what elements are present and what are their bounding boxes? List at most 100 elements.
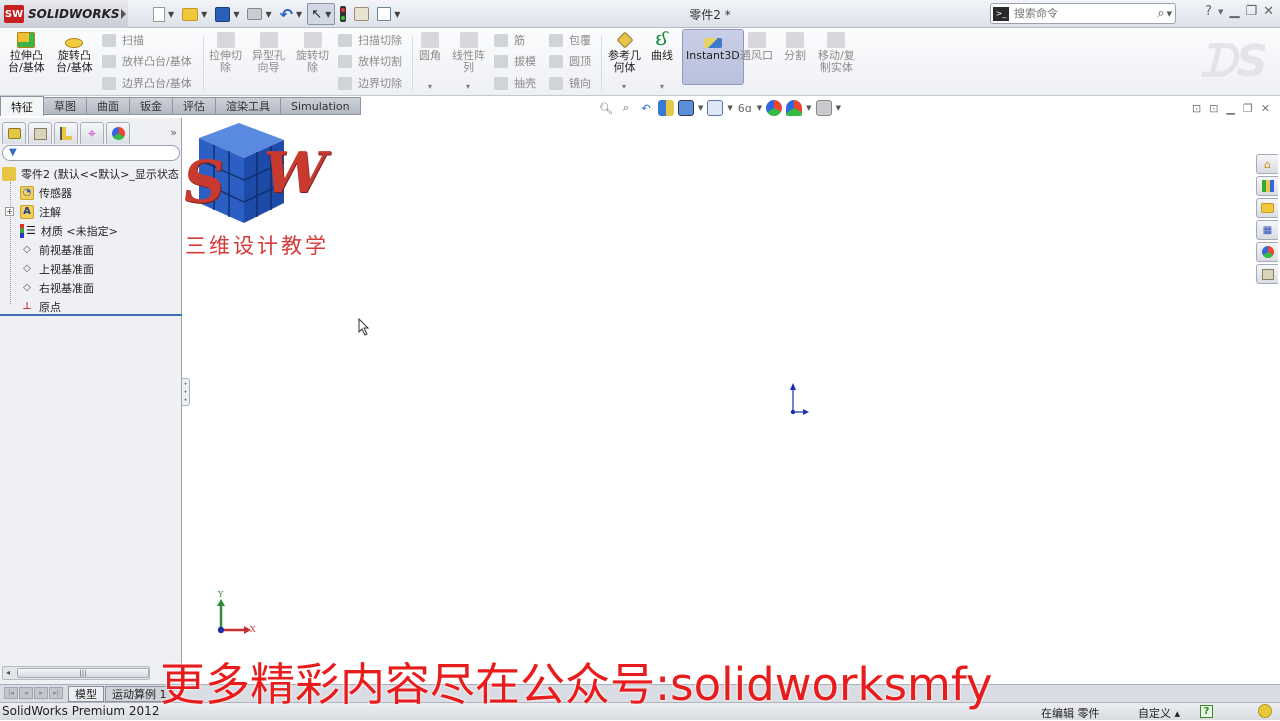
tab-render-tools[interactable]: 渲染工具 (216, 97, 281, 115)
next-tab-icon[interactable]: ▸ (34, 687, 48, 699)
tags-icon[interactable] (1258, 704, 1272, 718)
hide-show-dropdown-icon[interactable]: ▼ (757, 104, 762, 112)
tab-simulation[interactable]: Simulation (281, 97, 361, 115)
dimxpert-manager-tab[interactable]: ⌖ (80, 122, 104, 144)
doc-close-button[interactable]: ✕ (1261, 102, 1270, 115)
appearances-tab[interactable] (1256, 242, 1278, 262)
tree-root-part[interactable]: 零件2 (默认<<默认>_显示状态 (0, 164, 182, 183)
search-input[interactable] (1014, 7, 1144, 20)
linear-pattern-dropdown-icon[interactable]: ▾ (466, 82, 470, 91)
search-icon[interactable]: ⌕ (1157, 6, 1164, 21)
lofted-cut-button[interactable]: 放样切割 (338, 52, 402, 70)
minimize-button[interactable]: ▁ (1229, 4, 1239, 19)
swept-cut-button[interactable]: 扫描切除 (338, 31, 402, 49)
loft-button[interactable]: 放样凸台/基体 (102, 52, 192, 70)
prev-tab-icon[interactable]: ◂ (19, 687, 33, 699)
tab-model[interactable]: 模型 (68, 686, 104, 702)
hide-show-items-icon[interactable]: 6ɑ (737, 100, 753, 116)
design-library-tab[interactable] (1256, 176, 1278, 196)
tab-evaluate[interactable]: 评估 (173, 97, 216, 115)
scroll-left-arrow-icon[interactable]: ◂ (6, 668, 10, 677)
custom-properties-tab[interactable] (1256, 264, 1278, 284)
property-manager-tab[interactable] (28, 122, 52, 144)
curves-dropdown-icon[interactable]: ▾ (660, 82, 664, 91)
open-button[interactable]: ▼ (179, 3, 210, 25)
tree-item-sensors[interactable]: ◔ 传感器 (0, 183, 182, 202)
section-view-icon[interactable] (658, 100, 674, 116)
reference-geometry-button[interactable]: 参考几 何体 (608, 31, 641, 74)
fillet-dropdown-icon[interactable]: ▾ (428, 82, 432, 91)
new-document-button[interactable]: ▼ (150, 3, 177, 25)
rollback-bar[interactable] (0, 314, 182, 316)
undo-button[interactable]: ↶ ▼ (277, 3, 306, 25)
more-tabs-chevron-icon[interactable]: » (170, 126, 177, 139)
tree-item-right-plane[interactable]: ◇ 右视基准面 (0, 278, 182, 297)
doc-restore-button[interactable]: ❐ (1243, 102, 1253, 115)
tab-features[interactable]: 特征 (0, 96, 44, 116)
help-dropdown-icon[interactable]: ▼ (1218, 8, 1223, 16)
doc-minimize-button[interactable]: ▁ (1226, 102, 1234, 115)
view-orientation-icon[interactable] (678, 100, 694, 116)
tab-sheet-metal[interactable]: 钣金 (130, 97, 173, 115)
sweep-button[interactable]: 扫描 (102, 31, 144, 49)
file-properties-button[interactable] (351, 3, 372, 25)
last-tab-icon[interactable]: ▸| (49, 687, 63, 699)
view-settings-dropdown-icon[interactable]: ▼ (836, 104, 841, 112)
apply-scene-icon[interactable] (786, 100, 803, 116)
rib-button[interactable]: 筋 (494, 31, 525, 49)
feature-manager-tab[interactable] (2, 122, 26, 144)
zoom-to-fit-icon[interactable]: 🔍︎ (598, 100, 614, 116)
view-settings-icon[interactable] (815, 100, 832, 116)
dropdown-arrow-icon[interactable]: ▼ (296, 10, 302, 19)
print-button[interactable]: ▼ (244, 3, 274, 25)
panel-splitter-handle[interactable]: • • • (182, 378, 190, 406)
reference-geometry-dropdown-icon[interactable]: ▾ (622, 82, 626, 91)
shell-button[interactable]: 抽壳 (494, 74, 536, 92)
select-button[interactable]: ↖ ▼ (307, 3, 336, 25)
restore-button[interactable]: ❐ (1245, 4, 1257, 19)
extrude-boss-button[interactable]: 拉伸凸 台/基体 (8, 32, 45, 74)
tree-item-annotations[interactable]: + A 注解 (0, 202, 182, 221)
close-button[interactable]: ✕ (1263, 4, 1274, 19)
save-button[interactable]: ▼ (212, 3, 242, 25)
panel-horizontal-scrollbar[interactable]: ◂ ||| (2, 666, 150, 680)
display-manager-tab[interactable] (106, 122, 130, 144)
tree-item-material[interactable]: ☰ 材质 <未指定> (0, 221, 182, 240)
customize-menu[interactable]: 自定义 ▴ (1138, 705, 1180, 721)
revolve-boss-button[interactable]: 旋转凸 台/基体 (56, 32, 93, 74)
mirror-button[interactable]: 镜向 (549, 74, 591, 92)
tab-sketch[interactable]: 草图 (44, 97, 87, 115)
view-palette-tab[interactable]: ▦ (1256, 220, 1278, 240)
configuration-manager-tab[interactable] (54, 122, 78, 144)
linear-pattern-button[interactable]: 线性阵 列 (452, 32, 485, 74)
tile-horizontal-icon[interactable]: ⊡ (1192, 102, 1201, 115)
dropdown-arrow-icon[interactable]: ▼ (168, 10, 174, 19)
file-explorer-tab[interactable] (1256, 198, 1278, 218)
boundary-boss-button[interactable]: 边界凸台/基体 (102, 74, 192, 92)
options-button[interactable]: ▼ (374, 3, 403, 25)
revolve-cut-button[interactable]: 旋转切 除 (296, 32, 329, 74)
tile-vertical-icon[interactable]: ⊡ (1209, 102, 1218, 115)
previous-view-icon[interactable]: ↶ (638, 100, 654, 116)
quick-tips-help-icon[interactable]: ? (1200, 705, 1213, 718)
curves-button[interactable]: ઈ 曲线 (651, 32, 673, 62)
hole-wizard-button[interactable]: 异型孔 向导 (252, 32, 285, 74)
dropdown-arrow-icon[interactable]: ▼ (233, 10, 239, 19)
tree-item-front-plane[interactable]: ◇ 前视基准面 (0, 240, 182, 259)
first-tab-icon[interactable]: |◂ (4, 687, 18, 699)
dropdown-arrow-icon[interactable]: ▼ (265, 10, 271, 19)
dome-button[interactable]: 圆顶 (549, 52, 591, 70)
view-orientation-dropdown-icon[interactable]: ▼ (698, 104, 703, 112)
display-style-icon[interactable] (707, 100, 724, 116)
tree-item-top-plane[interactable]: ◇ 上视基准面 (0, 259, 182, 278)
search-commands-box[interactable]: >_ ⌕ ▼ (990, 3, 1176, 24)
solidworks-resources-tab[interactable]: ⌂ (1256, 154, 1278, 174)
apply-scene-dropdown-icon[interactable]: ▼ (806, 104, 811, 112)
wrap-button[interactable]: 包覆 (549, 31, 591, 49)
display-style-dropdown-icon[interactable]: ▼ (727, 104, 732, 112)
split-button[interactable]: 分割 (784, 32, 806, 62)
search-dropdown-icon[interactable]: ▼ (1167, 10, 1172, 18)
fillet-button[interactable]: 圆角 (419, 32, 441, 62)
rebuild-button[interactable] (337, 3, 349, 25)
zoom-to-area-icon[interactable]: ⌕ (618, 100, 634, 116)
